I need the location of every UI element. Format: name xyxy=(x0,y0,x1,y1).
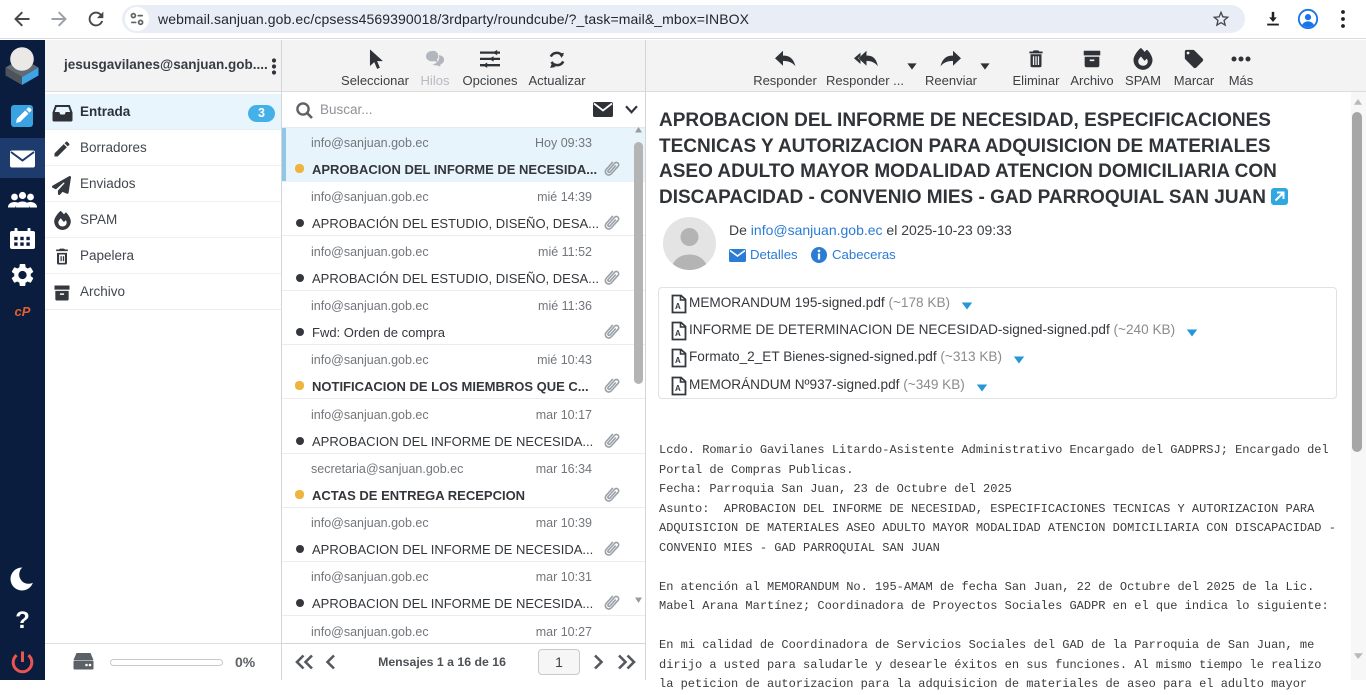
svg-text:A: A xyxy=(675,302,681,311)
svg-text:A: A xyxy=(675,329,681,338)
svg-text:A: A xyxy=(675,356,681,365)
svg-text:A: A xyxy=(675,384,681,393)
